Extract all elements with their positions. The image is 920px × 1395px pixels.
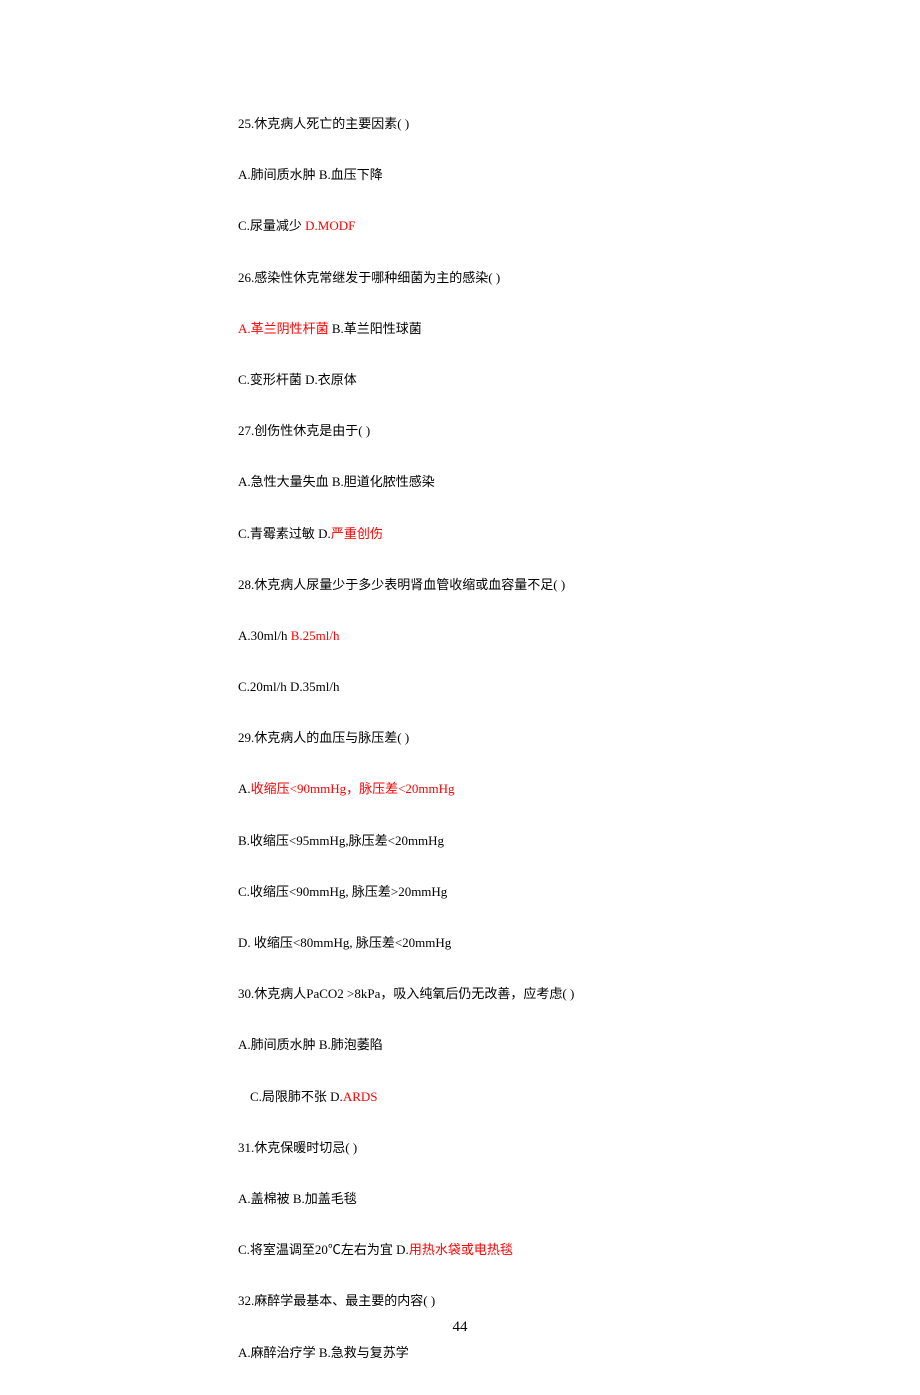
text-line: A.急性大量失血 B.胆道化脓性感染 xyxy=(238,473,920,491)
text-segment: D. 收缩压<80mmHg, 脉压差<20mmHg xyxy=(238,935,451,950)
text-segment: 27.创伤性休克是由于( ) xyxy=(238,423,370,438)
text-line: B.收缩压<95mmHg,脉压差<20mmHg xyxy=(238,832,920,850)
text-line: C.尿量减少 D.MODF xyxy=(238,217,920,235)
text-segment: A.麻醉治疗学 B.急救与复苏学 xyxy=(238,1345,409,1360)
text-line: C.变形杆菌 D.衣原体 xyxy=(238,371,920,389)
text-line: 27.创伤性休克是由于( ) xyxy=(238,422,920,440)
text-segment: C.尿量减少 xyxy=(238,218,305,233)
text-segment: 26.感染性休克常继发于哪种细菌为主的感染( ) xyxy=(238,270,500,285)
text-line: 28.休克病人尿量少于多少表明肾血管收缩或血容量不足( ) xyxy=(238,576,920,594)
text-segment: B.收缩压<95mmHg,脉压差<20mmHg xyxy=(238,833,444,848)
text-segment: A.肺间质水肿 B.肺泡萎陷 xyxy=(238,1037,383,1052)
text-segment: C.收缩压<90mmHg, 脉压差>20mmHg xyxy=(238,884,447,899)
text-line: 31.休克保暖时切忌( ) xyxy=(238,1139,920,1157)
text-segment: C.青霉素过敏 D. xyxy=(238,526,331,541)
highlighted-text: 用热水袋或电热毯 xyxy=(409,1242,513,1257)
text-segment: C.20ml/h D.35ml/h xyxy=(238,679,339,694)
text-line: 25.休克病人死亡的主要因素( ) xyxy=(238,115,920,133)
text-line: C.20ml/h D.35ml/h xyxy=(238,678,920,696)
text-line: 26.感染性休克常继发于哪种细菌为主的感染( ) xyxy=(238,269,920,287)
text-segment: A.急性大量失血 B.胆道化脓性感染 xyxy=(238,474,435,489)
document-content: 25.休克病人死亡的主要因素( ) A.肺间质水肿 B.血压下降 C.尿量减少 D.… xyxy=(238,115,920,1362)
text-line: C.将室温调至20℃左右为宜 D.用热水袋或电热毯 xyxy=(238,1241,920,1259)
text-segment: A. xyxy=(238,781,251,796)
text-segment: 29.休克病人的血压与脉压差( ) xyxy=(238,730,409,745)
highlighted-text: B.25ml/h xyxy=(291,628,340,643)
text-line: A.盖棉被 B.加盖毛毯 xyxy=(238,1190,920,1208)
highlighted-text: A.革兰阴性杆菌 xyxy=(238,321,329,336)
text-line: C.局限肺不张 D.ARDS xyxy=(238,1088,920,1106)
text-line: 30.休克病人PaCO2 >8kPa，吸入纯氧后仍无改善，应考虑( ) xyxy=(238,985,920,1003)
text-segment: 32.麻醉学最基本、最主要的内容( ) xyxy=(238,1293,435,1308)
text-segment: A.肺间质水肿 B.血压下降 xyxy=(238,167,383,182)
highlighted-text: 严重创伤 xyxy=(331,526,383,541)
text-line: A.收缩压<90mmHg，脉压差<20mmHg xyxy=(238,780,920,798)
text-segment: 25.休克病人死亡的主要因素( ) xyxy=(238,116,409,131)
text-segment: C.局限肺不张 D. xyxy=(250,1089,343,1104)
highlighted-text: 收缩压<90mmHg，脉压差<20mmHg xyxy=(251,781,455,796)
text-line: 29.休克病人的血压与脉压差( ) xyxy=(238,729,920,747)
highlighted-text: ARDS xyxy=(343,1089,378,1104)
text-segment: C.变形杆菌 D.衣原体 xyxy=(238,372,357,387)
text-line: C.青霉素过敏 D.严重创伤 xyxy=(238,525,920,543)
text-line: A.麻醉治疗学 B.急救与复苏学 xyxy=(238,1344,920,1362)
text-segment: B.革兰阳性球菌 xyxy=(329,321,422,336)
text-line: A.革兰阴性杆菌 B.革兰阳性球菌 xyxy=(238,320,920,338)
text-segment: 28.休克病人尿量少于多少表明肾血管收缩或血容量不足( ) xyxy=(238,577,565,592)
text-segment: A.盖棉被 B.加盖毛毯 xyxy=(238,1191,357,1206)
highlighted-text: D.MODF xyxy=(305,218,355,233)
text-line: A.30ml/h B.25ml/h xyxy=(238,627,920,645)
text-segment: A.30ml/h xyxy=(238,628,291,643)
text-line: D. 收缩压<80mmHg, 脉压差<20mmHg xyxy=(238,934,920,952)
text-line: 32.麻醉学最基本、最主要的内容( ) xyxy=(238,1292,920,1310)
text-segment: 30.休克病人PaCO2 >8kPa，吸入纯氧后仍无改善，应考虑( ) xyxy=(238,986,574,1001)
text-line: A.肺间质水肿 B.血压下降 xyxy=(238,166,920,184)
text-line: A.肺间质水肿 B.肺泡萎陷 xyxy=(238,1036,920,1054)
text-segment: C.将室温调至20℃左右为宜 D. xyxy=(238,1242,409,1257)
text-line: C.收缩压<90mmHg, 脉压差>20mmHg xyxy=(238,883,920,901)
text-segment: 31.休克保暖时切忌( ) xyxy=(238,1140,357,1155)
page-number: 44 xyxy=(0,1319,920,1336)
